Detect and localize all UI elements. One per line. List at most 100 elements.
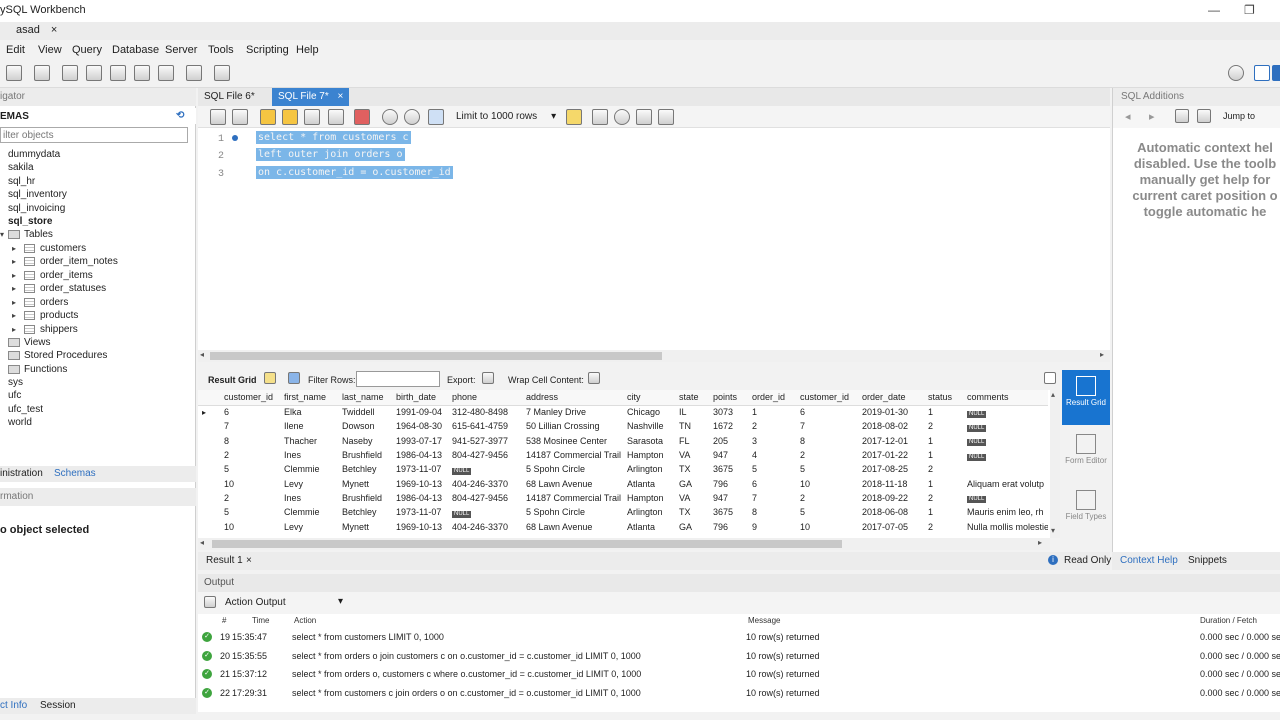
- table-cell[interactable]: 9: [748, 519, 796, 533]
- table-cell[interactable]: 5: [796, 462, 858, 476]
- table-cell[interactable]: NULL: [963, 491, 1048, 505]
- scroll-right-icon[interactable]: ▸: [1100, 350, 1104, 359]
- table-cell[interactable]: 804-427-9456: [448, 448, 522, 462]
- table-cell[interactable]: 10: [796, 476, 858, 490]
- table-cell[interactable]: 1969-10-13: [392, 519, 448, 533]
- table-row[interactable]: ▸ 6 Elka Twiddell 1991-09-04 312-480-8498 7 Ma…: [198, 405, 1048, 419]
- filter-objects-input[interactable]: ilter objects: [0, 127, 188, 143]
- row-marker[interactable]: [198, 476, 220, 490]
- table-cell[interactable]: 615-641-4759: [448, 419, 522, 433]
- table-cell[interactable]: 14187 Commercial Trail: [522, 448, 623, 462]
- menu-query[interactable]: Query: [72, 44, 102, 56]
- schema-ufc[interactable]: ufc: [8, 390, 21, 401]
- table-cell[interactable]: TX: [675, 462, 709, 476]
- tree-views[interactable]: Views: [24, 337, 51, 348]
- column-header[interactable]: last_name: [338, 390, 392, 406]
- rollback-icon[interactable]: [404, 109, 420, 125]
- add-snippet-icon[interactable]: [566, 109, 582, 125]
- table-cell[interactable]: Dowson: [338, 419, 392, 433]
- log-row[interactable]: ✓ 20 15:35:55 select * from orders o join c…: [198, 647, 1280, 665]
- table-row[interactable]: 10 Levy Mynett 1969-10-13 404-246-3370 68 Law…: [198, 519, 1048, 533]
- table-cell[interactable]: 10: [220, 519, 280, 533]
- table-customers[interactable]: customers: [40, 243, 86, 254]
- row-marker[interactable]: [198, 434, 220, 448]
- table-cell[interactable]: 2018-06-08: [858, 505, 924, 519]
- grid-icon[interactable]: [264, 372, 276, 384]
- table-cell[interactable]: 796: [709, 519, 748, 533]
- table-cell[interactable]: 7: [796, 419, 858, 433]
- table-cell[interactable]: FL: [675, 434, 709, 448]
- field-types-side-button[interactable]: Field Types: [1062, 484, 1110, 539]
- maximize-button[interactable]: ❐: [1244, 3, 1255, 17]
- table-cell[interactable]: 68 Lawn Avenue: [522, 519, 623, 533]
- tab-schemas[interactable]: Schemas: [54, 468, 96, 479]
- create-table-icon[interactable]: [110, 65, 126, 81]
- table-row[interactable]: 8 Thacher Naseby 1993-07-17 941-527-3977 538 …: [198, 434, 1048, 448]
- table-cell[interactable]: 5: [796, 505, 858, 519]
- editor-horizontal-scrollbar[interactable]: ◂ ▸: [198, 350, 1110, 362]
- table-cell[interactable]: 6: [220, 405, 280, 419]
- table-cell[interactable]: Hampton: [623, 491, 675, 505]
- execute-current-icon[interactable]: [282, 109, 298, 125]
- expand-arrow-icon[interactable]: ▸: [12, 284, 16, 293]
- grid-horizontal-scrollbar[interactable]: ◂ ▸: [198, 538, 1050, 550]
- table-cell[interactable]: 3675: [709, 462, 748, 476]
- refresh-icon[interactable]: ⟲: [176, 110, 184, 121]
- tab-snippets[interactable]: Snippets: [1188, 555, 1227, 566]
- table-cell[interactable]: Clemmie: [280, 462, 338, 476]
- table-cell[interactable]: 2: [924, 519, 963, 533]
- table-row[interactable]: 7 Ilene Dowson 1964-08-30 615-641-4759 50 Lil…: [198, 419, 1048, 433]
- table-cell[interactable]: NULL: [963, 434, 1048, 448]
- table-cell[interactable]: 2: [924, 491, 963, 505]
- tab-object-info[interactable]: ct Info: [0, 700, 27, 711]
- table-cell[interactable]: 1: [748, 405, 796, 419]
- table-cell[interactable]: 3073: [709, 405, 748, 419]
- table-cell[interactable]: Hampton: [623, 448, 675, 462]
- table-cell[interactable]: 14187 Commercial Trail: [522, 491, 623, 505]
- current-row-arrow-icon[interactable]: ▸: [198, 405, 220, 419]
- table-cell[interactable]: 2017-07-05: [858, 519, 924, 533]
- expand-arrow-icon[interactable]: ▸: [12, 311, 16, 320]
- table-cell[interactable]: 8: [220, 434, 280, 448]
- table-cell[interactable]: Clemmie: [280, 505, 338, 519]
- table-cell[interactable]: 50 Lillian Crossing: [522, 419, 623, 433]
- table-row[interactable]: 10 Levy Mynett 1969-10-13 404-246-3370 68 Law…: [198, 476, 1048, 490]
- grid-vertical-scrollbar[interactable]: ▴ ▾: [1050, 390, 1060, 538]
- log-row[interactable]: ✓ 21 15:37:12 select * from orders o, custo…: [198, 665, 1280, 683]
- menu-tools[interactable]: Tools: [208, 44, 234, 56]
- refresh-icon[interactable]: [288, 372, 300, 384]
- table-cell[interactable]: 2: [796, 448, 858, 462]
- row-marker[interactable]: [198, 462, 220, 476]
- table-cell[interactable]: 2: [220, 491, 280, 505]
- schema-sql-invoicing[interactable]: sql_invoicing: [8, 203, 65, 214]
- column-header[interactable]: order_date: [858, 390, 924, 406]
- close-icon[interactable]: ×: [51, 24, 57, 36]
- menu-help[interactable]: Help: [296, 44, 319, 56]
- table-cell[interactable]: VA: [675, 491, 709, 505]
- column-header[interactable]: status: [924, 390, 963, 406]
- tab-session[interactable]: Session: [40, 700, 76, 711]
- column-header[interactable]: customer_id: [220, 390, 280, 406]
- table-cell[interactable]: 1973-11-07: [392, 505, 448, 519]
- manual-help-icon[interactable]: [1197, 109, 1211, 123]
- close-icon[interactable]: ×: [246, 555, 252, 566]
- table-cell[interactable]: 2: [924, 419, 963, 433]
- table-order-statuses[interactable]: order_statuses: [40, 283, 106, 294]
- column-header[interactable]: points: [709, 390, 748, 406]
- table-cell[interactable]: 5: [220, 505, 280, 519]
- table-cell[interactable]: 312-480-8498: [448, 405, 522, 419]
- tab-administration[interactable]: inistration: [0, 468, 43, 479]
- table-cell[interactable]: 7: [220, 419, 280, 433]
- table-cell[interactable]: NULL: [963, 448, 1048, 462]
- sql-editor[interactable]: 1 select * from customers c 2 left outer…: [198, 128, 1110, 350]
- create-schema-icon[interactable]: [86, 65, 102, 81]
- table-cell[interactable]: 5: [220, 462, 280, 476]
- create-procedure-icon[interactable]: [158, 65, 174, 81]
- table-cell[interactable]: Twiddell: [338, 405, 392, 419]
- table-cell[interactable]: 2: [748, 419, 796, 433]
- table-cell[interactable]: 205: [709, 434, 748, 448]
- expand-arrow-icon[interactable]: ▸: [12, 325, 16, 334]
- table-cell[interactable]: 6: [796, 405, 858, 419]
- back-icon[interactable]: ◂: [1125, 110, 1131, 123]
- form-editor-side-button[interactable]: Form Editor: [1062, 428, 1110, 483]
